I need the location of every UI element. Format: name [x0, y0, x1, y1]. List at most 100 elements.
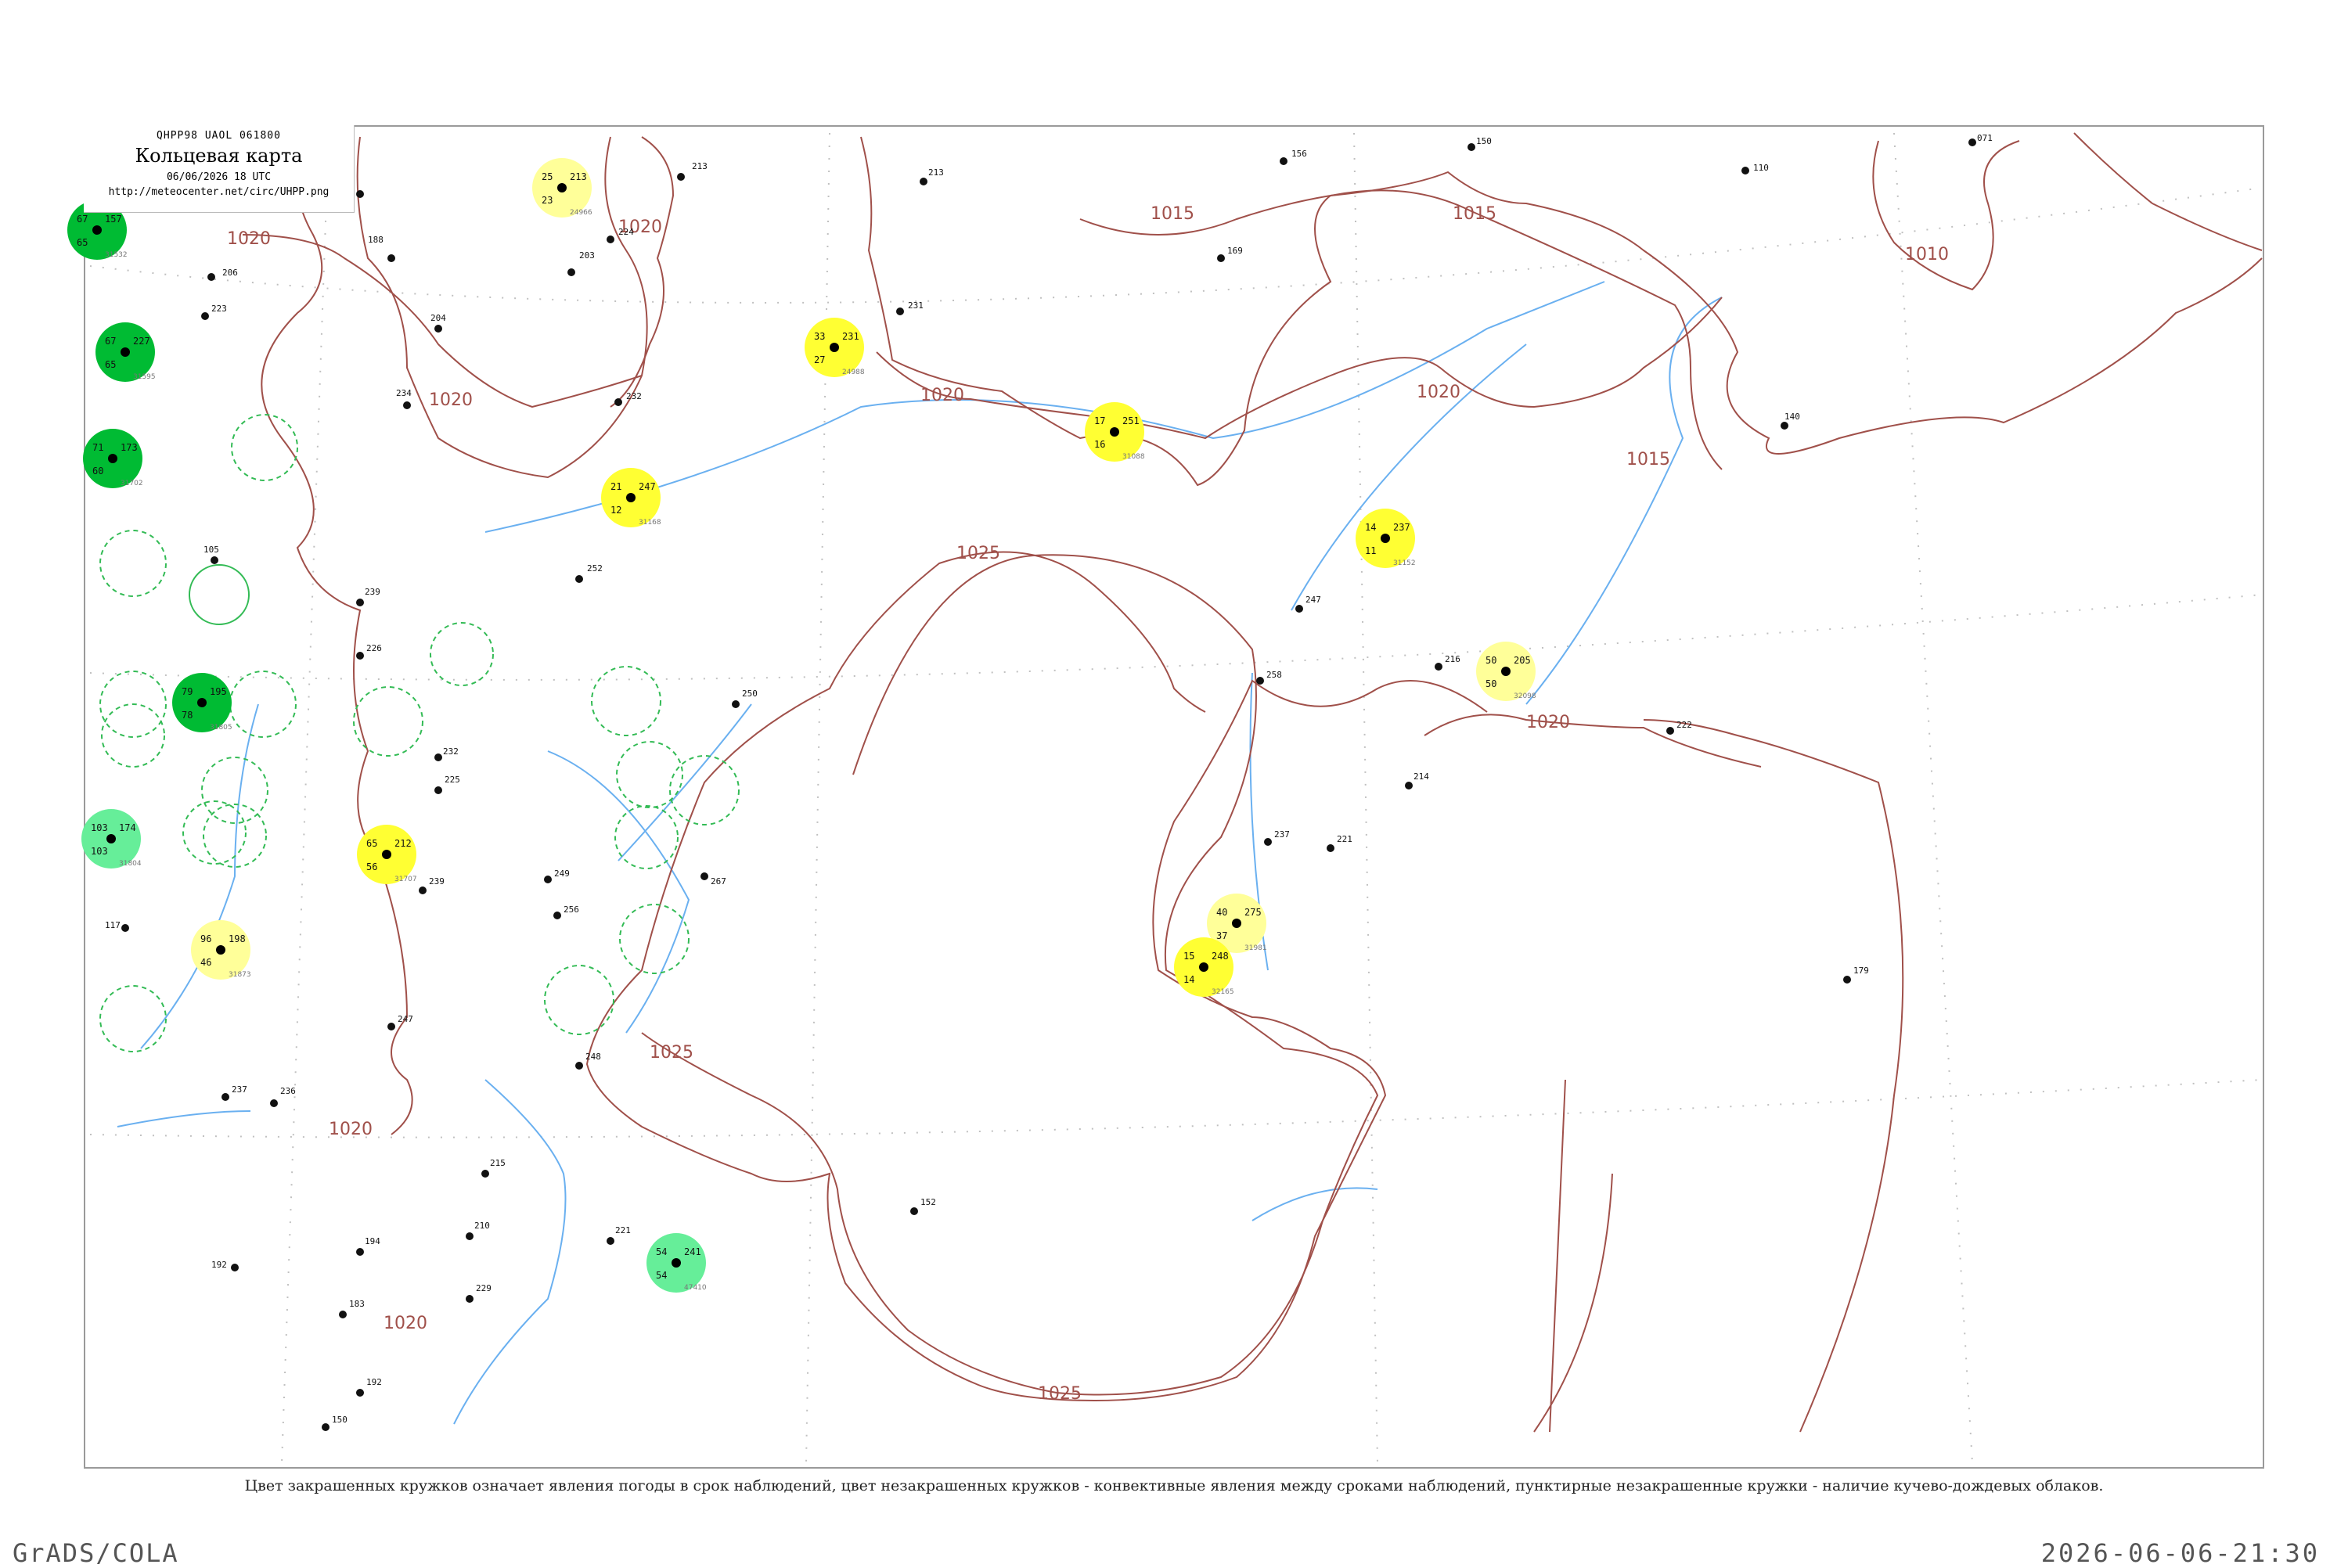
station-index: 32098 [1514, 692, 1536, 700]
svg-text:192: 192 [366, 1377, 382, 1387]
dewpoint: 60 [92, 466, 103, 477]
cloud-cover-icon [626, 493, 636, 502]
svg-text:213: 213 [692, 161, 708, 171]
svg-text:156: 156 [1291, 149, 1307, 159]
station-31088: 17 16 251 31088 [1085, 402, 1145, 462]
cloud-cover-icon [197, 698, 207, 707]
dewpoint: 23 [542, 195, 553, 206]
temperature: 65 [366, 838, 377, 849]
dewpoint: 14 [1183, 974, 1194, 985]
station-plots: 21504 188 204 234 206 223 203 224 213 23… [105, 133, 1993, 1431]
pressure: 157 [105, 214, 122, 225]
pressure: 227 [133, 336, 150, 347]
station-31805: 79 78 195 31805 [172, 673, 232, 732]
svg-text:258: 258 [1266, 670, 1282, 680]
cloud-cover-icon [1110, 427, 1119, 437]
svg-text:249: 249 [554, 869, 570, 879]
station-32098: 50 50 205 32098 [1476, 642, 1536, 701]
station-31168: 21 12 247 31168 [601, 468, 661, 527]
map-url[interactable]: http://meteocenter.net/circ/UHPP.png [84, 186, 354, 198]
station-31707: 65 56 212 31707 [357, 825, 417, 884]
station-index: 24966 [570, 209, 592, 217]
svg-text:221: 221 [1337, 834, 1352, 844]
station-31152: 14 11 237 31152 [1356, 509, 1416, 568]
svg-text:248: 248 [585, 1052, 601, 1062]
map-header: QHPP98 UAOL 061800 Кольцевая карта 06/06… [84, 125, 355, 213]
svg-text:188: 188 [368, 235, 384, 245]
station-index: 31152 [1393, 559, 1416, 567]
dewpoint: 12 [610, 505, 621, 516]
station-31804: 103 103 174 31804 [81, 809, 142, 869]
map-title: Кольцевая карта [135, 145, 303, 167]
cloud-cover-icon [216, 945, 225, 955]
svg-text:105: 105 [203, 545, 219, 555]
isobar-label: 1015 [1151, 204, 1194, 224]
cloud-cover-icon [1381, 534, 1390, 543]
synoptic-map: 1020 1020 1020 1020 1020 1020 1020 1020 … [67, 132, 2263, 1464]
svg-text:221: 221 [615, 1225, 631, 1235]
dewpoint: 103 [91, 846, 108, 857]
temperature: 54 [656, 1246, 667, 1257]
dewpoint: 27 [814, 354, 825, 365]
svg-text:239: 239 [365, 587, 380, 597]
station-31873: 96 46 198 31873 [191, 920, 251, 980]
temperature: 25 [542, 171, 553, 182]
cloud-cover-icon [92, 225, 102, 235]
svg-text:179: 179 [1853, 966, 1869, 976]
station-24966: 25 23 213 24966 [532, 158, 592, 218]
pressure: 213 [570, 171, 587, 182]
dewpoint: 11 [1365, 545, 1376, 556]
temperature: 14 [1365, 522, 1376, 533]
station-circles: 25 23 213 24966 33 27 231 24988 21 12 247 31168 17 16… [67, 158, 1536, 1293]
svg-text:225: 225 [445, 775, 460, 785]
cloud-cover-icon [121, 347, 130, 357]
isobar-label: 1020 [227, 229, 271, 249]
cloud-cover-icon [672, 1258, 681, 1268]
cloud-cover-icon [108, 454, 117, 463]
dewpoint: 50 [1486, 678, 1496, 689]
station-47410: 54 54 241 47410 [646, 1233, 707, 1293]
station-index: 31595 [133, 373, 156, 381]
temperature: 103 [91, 822, 108, 833]
svg-text:194: 194 [365, 1236, 380, 1246]
svg-text:169: 169 [1227, 246, 1243, 256]
temperature: 96 [200, 933, 211, 944]
isobar-label: 1020 [384, 1314, 427, 1333]
station-index: 31873 [229, 971, 251, 979]
isobar-label: 1020 [429, 390, 473, 410]
isobar-label: 1020 [1526, 713, 1570, 732]
svg-text:192: 192 [211, 1260, 227, 1270]
temperature: 67 [105, 336, 116, 347]
isobar-label: 1015 [1626, 450, 1670, 469]
temperature: 67 [77, 214, 88, 225]
svg-text:214: 214 [1413, 771, 1429, 782]
station-24988: 33 27 231 24988 [805, 318, 865, 377]
pressure: 248 [1212, 951, 1229, 962]
svg-text:237: 237 [1274, 829, 1290, 840]
station-index: 31981 [1244, 944, 1267, 952]
svg-text:224: 224 [618, 227, 634, 237]
svg-text:236: 236 [280, 1086, 296, 1096]
station-index: 31805 [210, 724, 232, 732]
dewpoint: 46 [200, 957, 211, 968]
cloud-cover-icon [382, 850, 391, 859]
station-index: 47410 [684, 1284, 707, 1292]
temperature: 40 [1216, 907, 1227, 918]
cloud-cover-icon [1501, 667, 1511, 676]
svg-text:247: 247 [398, 1014, 413, 1024]
svg-text:223: 223 [211, 304, 227, 314]
svg-text:226: 226 [366, 643, 382, 653]
svg-text:232: 232 [443, 746, 459, 757]
open-convective-circles [189, 564, 250, 625]
svg-text:267: 267 [711, 876, 726, 886]
pressure: 275 [1244, 907, 1262, 918]
pressure: 205 [1514, 655, 1531, 666]
temperature: 33 [814, 331, 825, 342]
station-index: 31168 [639, 519, 661, 527]
graticule [89, 132, 2263, 1464]
station-index: 31707 [394, 876, 417, 883]
isobar-label: 1025 [1038, 1384, 1082, 1404]
pressure: 195 [210, 686, 227, 697]
isobars [242, 189, 1762, 1433]
cloud-cover-icon [1232, 919, 1241, 928]
